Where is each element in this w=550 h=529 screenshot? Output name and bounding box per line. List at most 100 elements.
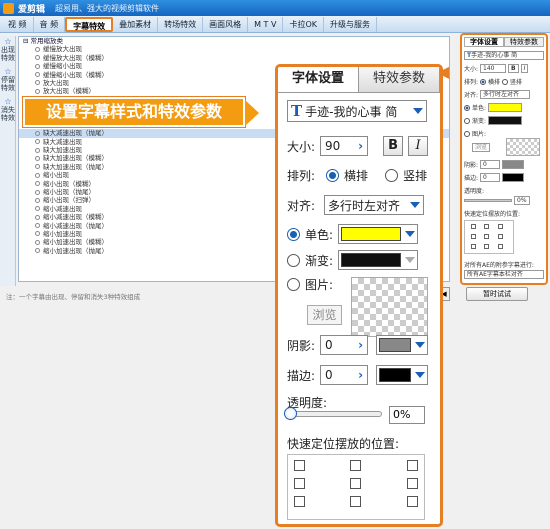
apply-scope-select-small[interactable]: 所有AE字幕本栏对齐 [464,270,544,279]
opacity-slider[interactable] [284,407,382,420]
gradient-radio[interactable] [287,253,300,267]
align-select[interactable]: 多行时左对齐 [324,195,425,215]
tab-menu-0[interactable]: 视 频 [2,16,34,32]
effect-type-sidebar: ☆ 出现特效 ☆ 停留特效 ☆ 消失特效 [0,36,16,286]
position-center[interactable] [350,478,362,489]
opacity-slider-handle[interactable] [284,407,297,420]
tab-menu-8[interactable]: 升级与服务 [324,16,377,32]
position-cell[interactable] [471,244,476,249]
italic-button-small[interactable]: I [520,64,529,73]
radio-icon [35,197,40,203]
position-cell[interactable] [497,224,503,229]
app-name: 爱剪辑 [18,4,46,15]
solid-color-radio[interactable] [287,227,300,241]
position-cell[interactable] [471,224,476,229]
bold-button-small[interactable]: B [508,64,519,73]
position-top-left[interactable] [294,460,305,471]
position-label: 快速定位摆放的位置: [287,437,400,451]
align-select-small[interactable]: 多行时左对齐 [480,90,531,99]
position-top-right[interactable] [406,460,418,471]
vertical-label-small: 竖排 [510,79,523,86]
position-top-center[interactable] [350,460,362,471]
shadow-input-small[interactable]: 0 [480,160,501,169]
position-middle-right[interactable] [406,478,418,489]
tab-menu-7[interactable]: 卡拉OK [283,16,324,32]
solid-radio-small[interactable] [464,104,470,111]
tab-effect-params-small[interactable]: 特效参数 [504,37,544,47]
apply-button[interactable]: 暂时试试 [466,287,528,301]
settings-panel-small: 字体设置 特效参数 T手迹-我的心事 简 大小: 140 B I 排列: 横排 竖排 对齐… [460,33,548,285]
radio-icon [35,231,40,237]
opacity-input[interactable]: 0% [389,406,425,424]
opacity-input-small[interactable]: 0% [514,196,530,205]
sidebar-item-disappear[interactable]: ☆ 消失特效 [1,98,15,123]
horizontal-radio[interactable] [326,169,340,182]
image-radio-small[interactable] [464,130,470,137]
font-select[interactable]: T 手迹-我的心事 简 [287,100,427,122]
list-category[interactable]: ⊟ 常用缩放类 [19,37,449,45]
tab-menu-6[interactable]: M T V [248,16,284,32]
main-menu-bar: 视 频音 频字幕特效 叠加素材 转场特效 画面风格 M T V 卡拉OK 升级与服务 [0,16,550,33]
list-item-label: 缺大减速出现 [43,137,82,146]
sidebar-item-appear[interactable]: ☆ 出现特效 [1,38,15,63]
size-input[interactable]: 90 › [320,136,369,156]
tab-effect-params[interactable]: 特效参数 [359,67,440,92]
list-item-label: 缓慢缩小出现（模糊） [43,70,108,79]
position-bottom-center[interactable] [350,496,362,507]
horizontal-radio-small[interactable] [480,78,487,85]
tab-menu-4[interactable]: 转场特效 [158,16,204,32]
position-bottom-left[interactable] [294,496,305,507]
tab-menu-3[interactable]: 叠加素材 [113,16,159,32]
shadow-color-picker[interactable] [376,335,429,355]
sidebar-item-stay[interactable]: ☆ 停留特效 [1,68,15,93]
stroke-input-small[interactable]: 0 [480,173,501,182]
tab-font-settings-small[interactable]: 字体设置 [464,37,504,47]
position-cell[interactable] [471,234,476,239]
position-bottom-right[interactable] [406,496,418,507]
shadow-input[interactable]: 0 › [320,335,369,355]
stroke-color-picker[interactable] [376,365,429,385]
shadow-color-small[interactable] [502,160,525,169]
radio-icon [35,172,40,178]
browse-button[interactable]: 浏览 [307,305,342,325]
status-note: 注：一个字幕由出现、停留和消失3种特效组成 [6,293,141,301]
solid-color-picker[interactable] [338,224,419,244]
position-cell[interactable] [484,244,490,249]
stroke-color-small[interactable] [502,173,525,182]
chevron-down-icon [415,372,426,378]
bold-button[interactable]: B [383,136,404,156]
radio-icon [35,248,40,254]
size-input-small[interactable]: 140 [480,64,507,73]
image-label: 图片: [305,278,334,292]
position-cell[interactable] [497,244,503,249]
image-preview [351,277,428,337]
solid-color-swatch [341,227,402,241]
gradient-radio-small[interactable] [464,117,470,124]
vertical-radio[interactable] [385,169,399,182]
solid-color-small[interactable] [488,103,523,112]
opacity-slider-small[interactable] [464,199,512,202]
position-middle-left[interactable] [294,478,305,489]
stroke-input[interactable]: 0 › [320,365,369,385]
list-item[interactable]: 缓慢放大出现（模糊） [19,54,449,62]
browse-button-small[interactable]: 浏览 [472,142,491,152]
position-cell[interactable] [484,234,490,239]
list-item-label: 缩小减速出现（模糊） [43,213,108,222]
radio-icon [35,139,40,145]
apply-all-label-small: 对所有AE的附参字幕进行: [464,262,534,269]
vertical-radio-small[interactable] [502,78,509,85]
position-cell[interactable] [497,234,503,239]
image-radio[interactable] [287,278,300,291]
font-select-small[interactable]: T手迹-我的心事 简 [464,51,544,60]
tab-menu-5[interactable]: 画面风格 [203,16,249,32]
gradient-color-picker[interactable] [338,250,419,270]
position-cell[interactable] [484,224,490,229]
italic-button[interactable]: I [408,136,429,156]
tab-font-settings[interactable]: 字体设置 [278,67,359,92]
gradient-color-small[interactable] [488,116,523,125]
tab-menu-2[interactable]: 字幕特效 [65,16,114,32]
opacity-label-small: 透明度: [464,188,485,195]
tab-menu-1[interactable]: 音 频 [34,16,66,32]
list-item[interactable]: 缓慢放大出现 [19,45,449,53]
radio-icon [35,55,40,61]
